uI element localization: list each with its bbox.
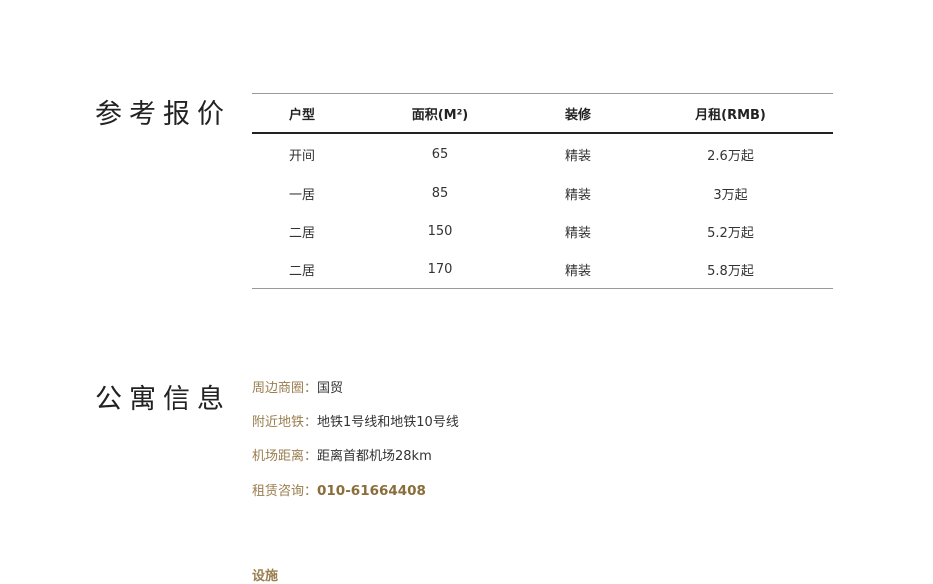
info-value: 地铁1号线和地铁10号线 [317, 415, 459, 430]
column-header-decoration: 装修 [564, 107, 591, 123]
price-section-title: 参考报价 [95, 99, 231, 130]
info-label: 附近地铁： [252, 415, 318, 430]
cell-area: 150 [427, 223, 453, 239]
column-header-monthly-rent: 月租(RMB) [695, 107, 766, 123]
cell-area: 65 [431, 146, 449, 162]
info-row-business-district: 周边商圈：国贸 [252, 380, 459, 414]
apartment-info-section-title: 公寓信息 [95, 384, 231, 415]
table-row: 一居 85 精装 3万起 [252, 174, 833, 212]
apartment-info-list: 周边商圈：国贸 附近地铁：地铁1号线和地铁10号线 机场距离：距离首都机场28k… [252, 380, 459, 516]
cell-decoration: 精装 [564, 263, 591, 279]
cell-unit-type: 二居 [288, 225, 315, 241]
table-header-row: 户型 面积(M²) 装修 月租(RMB) [252, 93, 833, 133]
cell-area: 85 [431, 185, 449, 201]
table-row: 二居 150 精装 5.2万起 [252, 212, 833, 250]
info-row-rental-inquiry: 租赁咨询：010-61664408 [252, 482, 459, 516]
info-label: 周边商圈： [252, 381, 318, 396]
cell-rent: 2.6万起 [707, 148, 754, 164]
cell-rent: 5.8万起 [707, 263, 754, 279]
table-row: 开间 65 精装 2.6万起 [252, 133, 833, 174]
info-label: 机场距离： [252, 449, 318, 464]
cell-decoration: 精装 [564, 225, 591, 241]
cell-area: 170 [427, 261, 453, 277]
cell-rent: 5.2万起 [707, 225, 754, 241]
phone-number-link[interactable]: 010-61664408 [317, 483, 426, 499]
price-table: 户型 面积(M²) 装修 月租(RMB) 开间 65 精装 2.6万起 一居 8… [252, 93, 833, 289]
column-header-unit-type: 户型 [288, 107, 315, 123]
info-value: 国贸 [317, 381, 344, 396]
cell-unit-type: 开间 [288, 148, 315, 164]
info-row-subway: 附近地铁：地铁1号线和地铁10号线 [252, 414, 459, 448]
cell-decoration: 精装 [564, 187, 591, 203]
info-label: 租赁咨询： [252, 484, 318, 499]
cell-decoration: 精装 [564, 148, 591, 164]
table-row: 二居 170 精装 5.8万起 [252, 250, 833, 289]
column-header-area: 面积(M²) [411, 107, 469, 123]
facilities-section-heading: 设施 [252, 569, 279, 584]
info-value: 距离首都机场28km [317, 449, 432, 464]
cell-unit-type: 一居 [288, 187, 315, 203]
cell-rent: 3万起 [713, 187, 748, 203]
cell-unit-type: 二居 [288, 263, 315, 279]
info-row-airport-distance: 机场距离：距离首都机场28km [252, 448, 459, 482]
